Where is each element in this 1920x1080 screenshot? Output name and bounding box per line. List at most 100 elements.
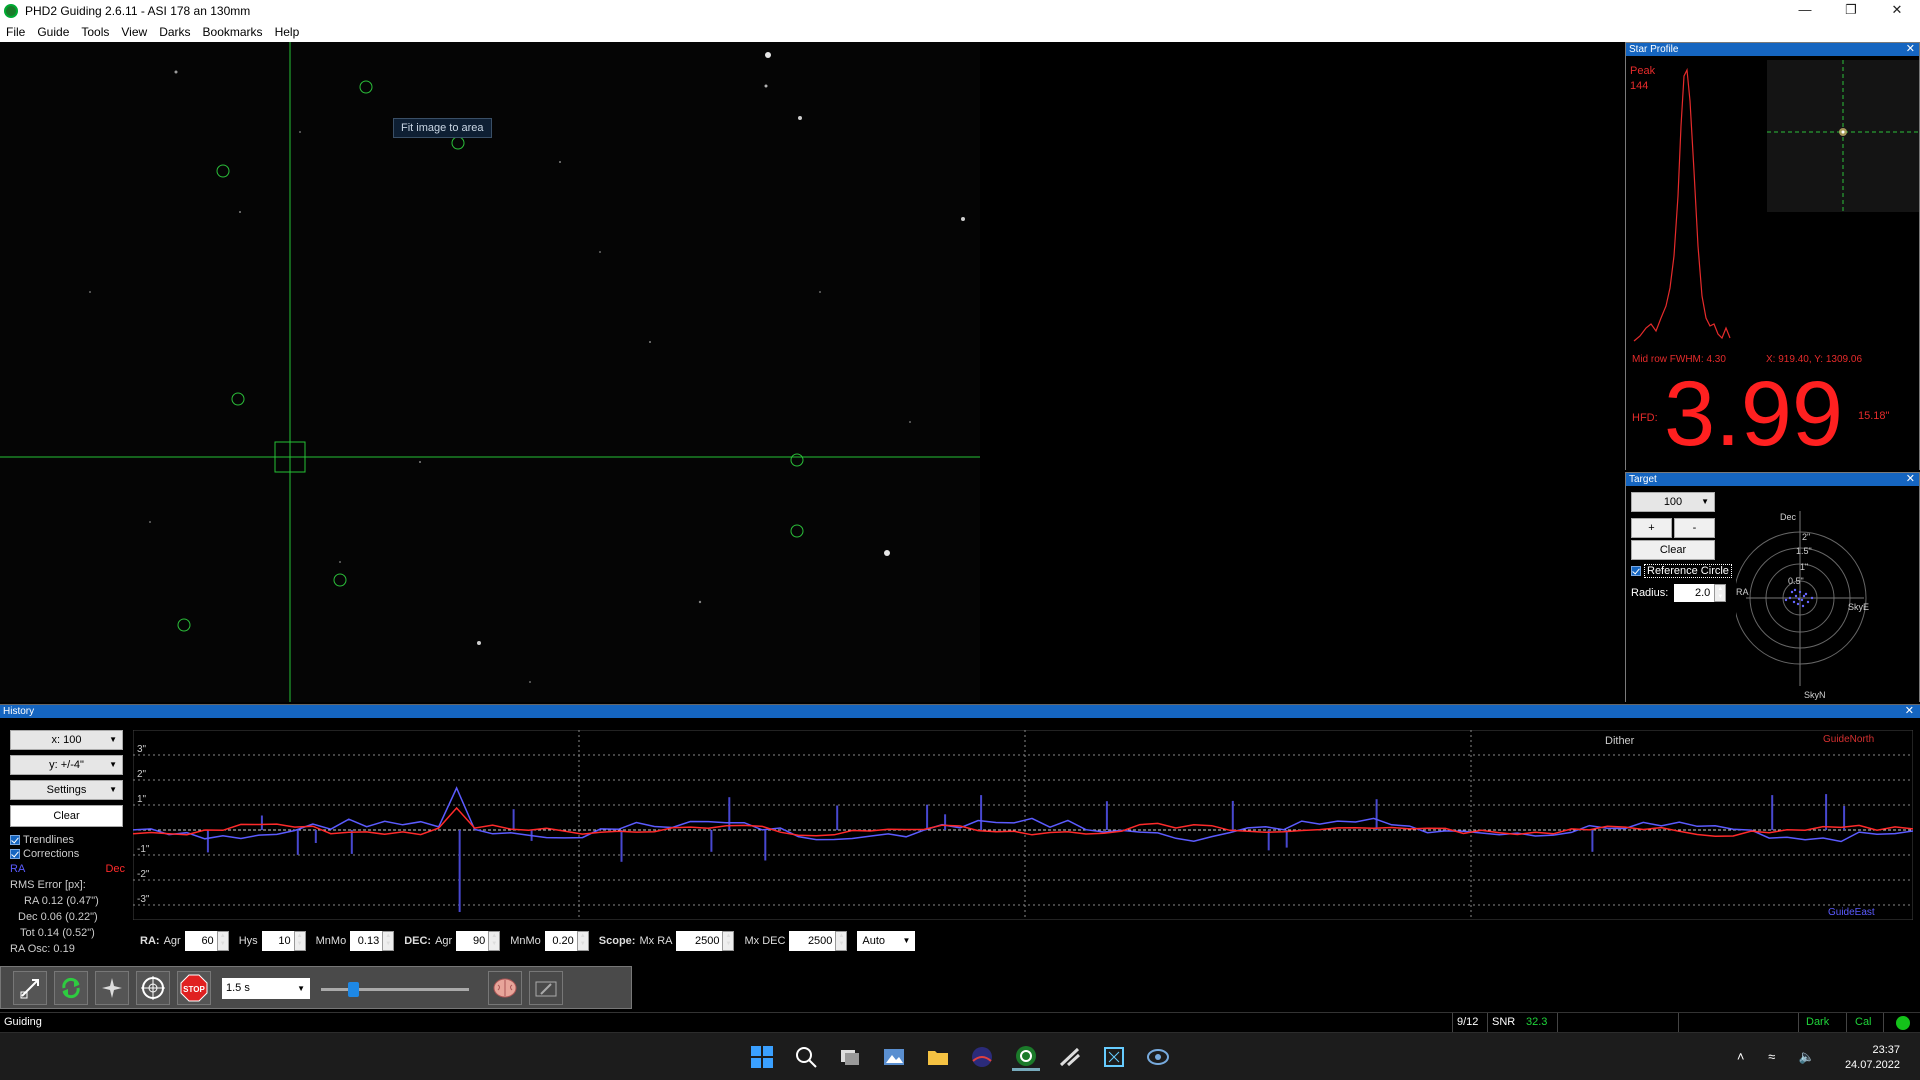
ra-min-move-input[interactable]: 0.13 bbox=[350, 931, 383, 951]
ra-mnmo-spinner[interactable]: ▲ ▼ bbox=[382, 931, 395, 951]
dec-guide-mode-value: Auto bbox=[862, 935, 886, 947]
chevron-down-icon: ▼ bbox=[1701, 497, 1709, 506]
dec-mnmo-spinner[interactable]: ▲ ▼ bbox=[576, 931, 589, 951]
max-ra-duration-input[interactable]: 2500 bbox=[676, 931, 723, 951]
trendlines-checkbox[interactable] bbox=[10, 835, 20, 845]
fit-image-tooltip: Fit image to area bbox=[393, 118, 492, 138]
history-graph: 3" 2" 1" -1" -2" -3" GuideNorth GuideEas… bbox=[133, 730, 1913, 920]
guide-crosshair-icon[interactable] bbox=[136, 971, 170, 1005]
hys-label: Hys bbox=[238, 935, 258, 947]
max-dec-duration-input[interactable]: 2500 bbox=[789, 931, 836, 951]
target-zoom-select[interactable]: 100 ▼ bbox=[1631, 492, 1715, 512]
minimize-button[interactable]: — bbox=[1782, 0, 1828, 22]
peak-readout: Peak 144 bbox=[1630, 64, 1655, 94]
target-zoom-out-button[interactable]: - bbox=[1674, 518, 1715, 538]
photos-icon[interactable] bbox=[880, 1043, 908, 1071]
menu-file[interactable]: File bbox=[6, 25, 25, 39]
loop-icon[interactable] bbox=[54, 971, 88, 1005]
chevron-down-icon: ▼ bbox=[109, 735, 117, 744]
status-divider bbox=[1557, 1013, 1558, 1033]
svg-text:1": 1" bbox=[1800, 562, 1808, 572]
menu-darks[interactable]: Darks bbox=[159, 25, 190, 39]
history-y-scale-select[interactable]: y: +/-4" ▼ bbox=[10, 755, 123, 775]
connection-indicator-icon bbox=[1896, 1016, 1910, 1030]
search-icon[interactable] bbox=[792, 1043, 820, 1071]
target-body: 100 ▼ + - Clear Reference Circle Radius:… bbox=[1626, 486, 1919, 702]
rms-dec: Dec 0.06 (0.22") bbox=[18, 911, 98, 923]
history-clear-button[interactable]: Clear bbox=[10, 805, 123, 827]
trendlines-toggle[interactable]: Trendlines bbox=[10, 833, 125, 847]
star-profile-close-button[interactable]: ✕ bbox=[1906, 43, 1915, 56]
brain-icon[interactable] bbox=[488, 971, 522, 1005]
file-explorer-icon[interactable] bbox=[924, 1043, 952, 1071]
corrections-toggle[interactable]: Corrections bbox=[10, 847, 125, 861]
menu-tools[interactable]: Tools bbox=[81, 25, 109, 39]
dec-mnmo-label: MnMo bbox=[510, 935, 541, 947]
mx-ra-spinner[interactable]: ▲ ▼ bbox=[722, 931, 735, 951]
target-zoom-in-button[interactable]: + bbox=[1631, 518, 1672, 538]
usb-icon[interactable] bbox=[13, 971, 47, 1005]
task-view-icon[interactable] bbox=[836, 1043, 864, 1071]
trendlines-label: Trendlines bbox=[23, 834, 74, 846]
menu-view[interactable]: View bbox=[121, 25, 147, 39]
close-button[interactable]: ✕ bbox=[1874, 0, 1920, 22]
svg-text:-1": -1" bbox=[137, 844, 150, 855]
target-title-bar: Target ✕ bbox=[1626, 473, 1919, 486]
gamma-slider[interactable] bbox=[321, 982, 469, 997]
ascom-icon[interactable] bbox=[1056, 1043, 1084, 1071]
ra-agr-label: Agr bbox=[163, 935, 181, 947]
gamma-slider-thumb[interactable] bbox=[348, 982, 359, 997]
svg-text:3": 3" bbox=[137, 744, 147, 755]
menu-bookmarks[interactable]: Bookmarks bbox=[203, 25, 263, 39]
target-clear-button[interactable]: Clear bbox=[1631, 540, 1715, 560]
guide-image-area[interactable]: Fit image to area bbox=[0, 42, 1622, 702]
corrections-checkbox[interactable] bbox=[10, 849, 20, 859]
svg-text:0.5": 0.5" bbox=[1788, 576, 1804, 586]
phd2-icon[interactable] bbox=[1012, 1043, 1040, 1071]
clock-time: 23:37 bbox=[1872, 1044, 1900, 1056]
history-close-button[interactable]: ✕ bbox=[1905, 705, 1914, 718]
chevron-down-icon: ▼ bbox=[297, 984, 305, 993]
dec-aggressiveness-input[interactable]: 90 bbox=[456, 931, 489, 951]
exposure-duration-select[interactable]: 1.5 s ▼ bbox=[222, 978, 310, 999]
ra-section-label: RA: bbox=[140, 935, 160, 947]
sharpcap-icon[interactable] bbox=[1144, 1043, 1172, 1071]
reference-circle-label: Reference Circle bbox=[1644, 564, 1732, 578]
peak-label: Peak bbox=[1630, 65, 1656, 77]
tools-icon[interactable] bbox=[529, 971, 563, 1005]
menu-guide[interactable]: Guide bbox=[37, 25, 69, 39]
windows-taskbar: ˄ ≈ 🔈 23:37 24.07.2022 bbox=[0, 1032, 1920, 1080]
dither-marker-label: Dither bbox=[1605, 735, 1635, 747]
menu-help[interactable]: Help bbox=[275, 25, 300, 39]
history-settings-button[interactable]: Settings ▼ bbox=[10, 780, 123, 800]
stellarium-icon[interactable] bbox=[968, 1043, 996, 1071]
rms-tot: Tot 0.14 (0.52") bbox=[20, 927, 95, 939]
dec-min-move-input[interactable]: 0.20 bbox=[544, 931, 577, 951]
mx-dec-spinner[interactable]: ▲ ▼ bbox=[835, 931, 848, 951]
stop-icon[interactable]: STOP bbox=[177, 971, 211, 1005]
auto-select-star-icon[interactable] bbox=[95, 971, 129, 1005]
dec-agr-spinner[interactable]: ▲ ▼ bbox=[488, 931, 501, 951]
hysteresis-input[interactable]: 10 bbox=[261, 931, 294, 951]
nina-icon[interactable] bbox=[1100, 1043, 1128, 1071]
star-field-image[interactable]: Fit image to area bbox=[0, 42, 980, 702]
history-x-scale-select[interactable]: x: 100 ▼ bbox=[10, 730, 123, 750]
reference-circle-checkbox[interactable] bbox=[1631, 566, 1641, 576]
ra-agr-spinner[interactable]: ▲ ▼ bbox=[216, 931, 229, 951]
target-close-button[interactable]: ✕ bbox=[1906, 473, 1915, 486]
hys-spinner[interactable]: ▲ ▼ bbox=[293, 931, 306, 951]
windows-start-icon[interactable] bbox=[748, 1043, 776, 1071]
system-tray-icons[interactable]: ˄ ≈ 🔈 bbox=[1737, 1049, 1825, 1065]
ra-aggressiveness-input[interactable]: 60 bbox=[184, 931, 217, 951]
reference-circle-toggle[interactable]: Reference Circle bbox=[1631, 564, 1732, 578]
star-profile-title-bar: Star Profile ✕ bbox=[1626, 43, 1919, 56]
dec-guide-mode-select[interactable]: Auto ▼ bbox=[857, 931, 916, 951]
star-thumbnail-svg bbox=[1767, 60, 1919, 212]
radius-input[interactable]: 2.0 bbox=[1674, 584, 1715, 602]
radius-spinner[interactable]: ▲ ▼ bbox=[1714, 584, 1727, 602]
svg-text:STOP: STOP bbox=[183, 985, 205, 994]
target-plot: Dec 2" 1.5" 1" 0.5" RA SkyE SkyN bbox=[1736, 511, 1869, 700]
peak-value: 144 bbox=[1630, 80, 1649, 92]
restore-button[interactable]: ❐ bbox=[1828, 0, 1874, 22]
clock[interactable]: 23:37 24.07.2022 bbox=[1845, 1043, 1900, 1073]
